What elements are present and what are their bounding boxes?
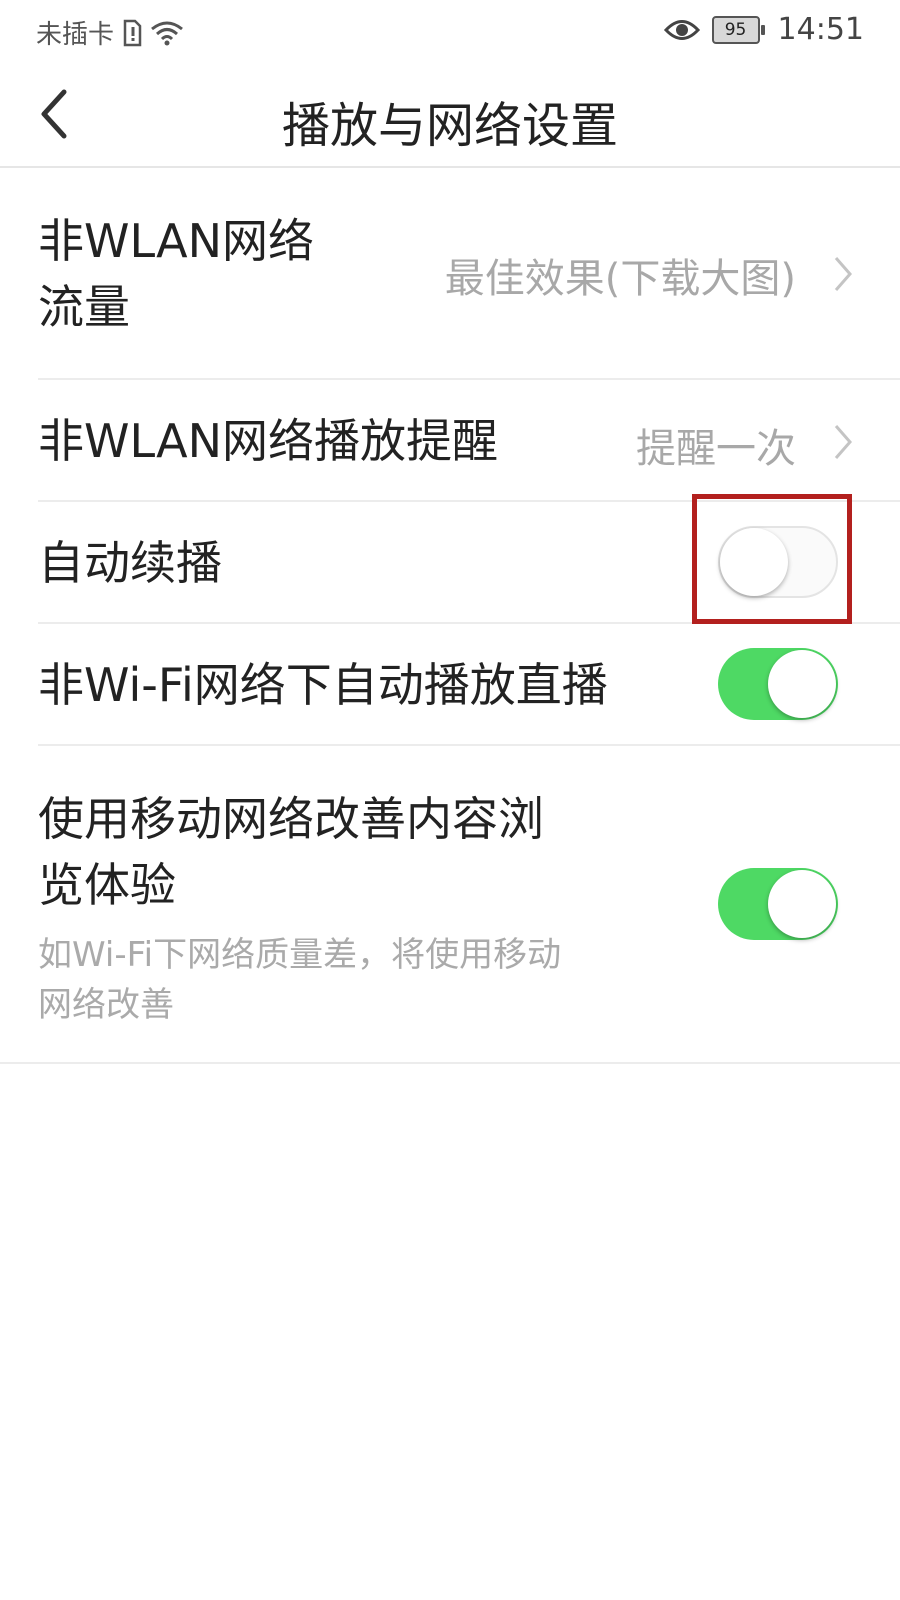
mobile-network-boost-toggle[interactable] xyxy=(718,868,838,940)
wifi-icon xyxy=(151,21,183,45)
sim-alert-icon xyxy=(123,19,142,46)
status-bar: 未插卡 95 14:51 xyxy=(0,0,900,64)
chevron-right-icon xyxy=(834,425,852,459)
setting-label: 非WLAN网络播放提醒 xyxy=(38,414,499,468)
eye-icon xyxy=(663,19,700,40)
setting-label: 使用移动网络改善内容浏 览体验 xyxy=(38,792,544,912)
navigation-bar: 播放与网络设置 xyxy=(0,64,900,168)
setting-label: 非WLAN网络 流量 xyxy=(38,214,315,334)
setting-label: 非Wi-Fi网络下自动播放直播 xyxy=(38,658,608,712)
chevron-right-icon xyxy=(834,257,852,291)
settings-row-playback-reminder[interactable]: 非WLAN网络播放提醒 提醒一次 xyxy=(0,380,900,502)
setting-description: 如Wi-Fi下网络质量差，将使用移动 网络改善 xyxy=(38,935,562,1025)
setting-label: 自动续播 xyxy=(38,536,222,590)
setting-value: 提醒一次 xyxy=(636,426,796,472)
settings-row-autoplay-live: 非Wi-Fi网络下自动播放直播 xyxy=(0,624,900,746)
battery-indicator: 95 xyxy=(711,15,765,44)
setting-value: 最佳效果(下载大图) xyxy=(444,256,796,302)
settings-row-non-wlan-traffic[interactable]: 非WLAN网络 流量 最佳效果(下载大图) xyxy=(0,168,900,380)
toggle-knob xyxy=(768,870,836,938)
clock: 14:51 xyxy=(777,12,864,47)
toggle-knob xyxy=(768,650,836,718)
list-bottom-divider xyxy=(0,1062,900,1064)
highlight-box xyxy=(692,494,852,624)
autoplay-live-toggle[interactable] xyxy=(718,648,838,720)
settings-row-mobile-network-boost: 使用移动网络改善内容浏 览体验 如Wi-Fi下网络质量差，将使用移动 网络改善 xyxy=(0,746,900,1062)
page-title: 播放与网络设置 xyxy=(281,98,618,154)
carrier-text: 未插卡 xyxy=(36,20,115,50)
